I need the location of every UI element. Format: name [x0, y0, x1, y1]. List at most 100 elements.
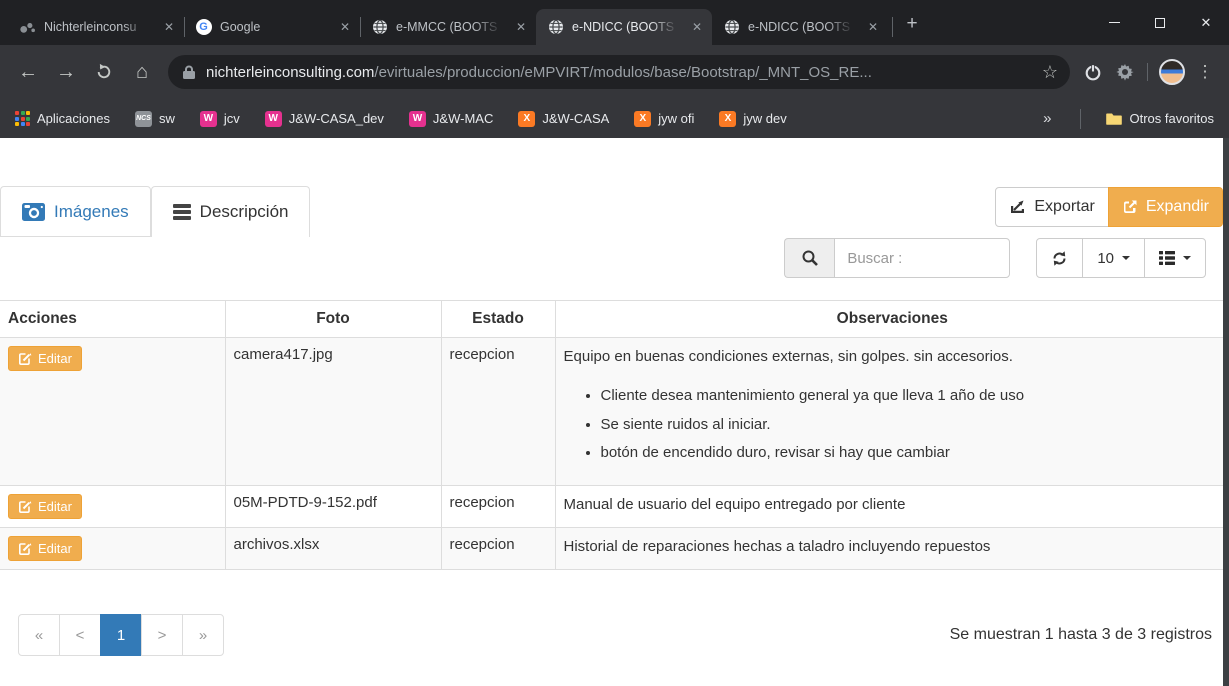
cell-foto: 05M-PDTD-9-152.pdf: [225, 486, 441, 528]
edit-button[interactable]: Editar: [8, 494, 82, 519]
table-actions: Exportar Expandir: [995, 187, 1223, 227]
maximize-icon: [1155, 18, 1165, 28]
header-estado: Estado: [441, 301, 555, 338]
browser-menu-icon[interactable]: ⋮: [1191, 62, 1219, 82]
page-content: Imágenes Descripción Exportar Expandir: [0, 138, 1229, 686]
bookmark-jw-casa[interactable]: X J&W-CASA: [518, 111, 609, 127]
cell-acciones: Editar: [0, 528, 225, 570]
expand-button[interactable]: Expandir: [1108, 187, 1223, 227]
bookmark-label: jcv: [224, 111, 240, 126]
bookmark-sw[interactable]: NCS sw: [135, 111, 175, 127]
globe-favicon-icon: [547, 19, 564, 36]
tab-close-icon[interactable]: ✕: [160, 18, 178, 36]
bookmark-jyw-ofi[interactable]: X jyw ofi: [634, 111, 694, 127]
reload-button[interactable]: [86, 54, 122, 90]
bookmark-star-icon[interactable]: ☆: [1034, 62, 1066, 83]
export-icon: [1009, 199, 1026, 215]
columns-dropdown[interactable]: [1144, 238, 1206, 278]
new-tab-button[interactable]: +: [897, 9, 927, 39]
table-buttons-group: 10: [1036, 238, 1206, 278]
bookmark-jyw-dev[interactable]: X jyw dev: [719, 111, 786, 127]
records-summary: Se muestran 1 hasta 3 de 3 registros: [950, 626, 1212, 644]
ncs-icon: NCS: [135, 111, 152, 127]
cell-estado: recepcion: [441, 486, 555, 528]
xampp-icon: X: [634, 111, 651, 127]
browser-tab-google[interactable]: G Google ✕: [184, 9, 360, 45]
bookmarks-overflow-chevron[interactable]: »: [1039, 110, 1055, 127]
tab-close-icon[interactable]: ✕: [512, 18, 530, 36]
xampp-icon: X: [518, 111, 535, 127]
page-next-button[interactable]: >: [141, 614, 183, 656]
edit-button[interactable]: Editar: [8, 536, 82, 561]
extension-power-icon[interactable]: [1078, 57, 1108, 87]
bookmark-jcv[interactable]: W jcv: [200, 111, 240, 127]
table-header-row: Acciones Foto Estado Observaciones: [0, 301, 1229, 338]
header-acciones: Acciones: [0, 301, 225, 338]
pencil-square-icon: [18, 542, 32, 556]
scrollbar[interactable]: [1223, 138, 1229, 686]
wamp-icon: W: [265, 111, 282, 127]
tab-title: e-NDICC (BOOTS: [748, 20, 856, 34]
wamp-icon: W: [200, 111, 217, 127]
search-input[interactable]: [834, 238, 1010, 278]
page-prev-button[interactable]: <: [59, 614, 101, 656]
table-footer-row: « < 1 > » Se muestran 1 hasta 3 de 3 reg…: [0, 614, 1229, 656]
home-button[interactable]: ⌂: [124, 54, 160, 90]
google-favicon-icon: G: [195, 19, 212, 36]
maximize-button[interactable]: [1137, 0, 1183, 45]
tab-descripcion[interactable]: Descripción: [151, 186, 311, 237]
page-first-button[interactable]: «: [18, 614, 60, 656]
page-1-button[interactable]: 1: [100, 614, 142, 656]
bookmark-aplicaciones[interactable]: Aplicaciones: [15, 111, 110, 126]
browser-tab-emmcc[interactable]: e-MMCC (BOOTS ✕: [360, 9, 536, 45]
minimize-button[interactable]: [1091, 0, 1137, 45]
tab-descripcion-label: Descripción: [200, 202, 289, 222]
table-row: Editar 05M-PDTD-9-152.pdf recepcion Manu…: [0, 486, 1229, 528]
minimize-icon: [1109, 22, 1120, 23]
tab-title: Google: [220, 20, 328, 34]
observaciones-text: Equipo en buenas condiciones externas, s…: [564, 346, 1222, 368]
bookmark-label: J&W-CASA: [542, 111, 609, 126]
observaciones-text: Manual de usuario del equipo entregado p…: [564, 494, 1222, 516]
forward-button[interactable]: →: [48, 54, 84, 90]
refresh-button[interactable]: [1036, 238, 1083, 278]
page-size-value: 10: [1097, 250, 1114, 267]
expand-icon: [1122, 199, 1138, 215]
url-path: /evirtuales/produccion/eMPVIRT/modulos/b…: [374, 64, 871, 81]
close-window-button[interactable]: ✕: [1183, 0, 1229, 45]
bookmark-jw-mac[interactable]: W J&W-MAC: [409, 111, 493, 127]
chevron-down-icon: [1183, 256, 1191, 260]
bookmarks-divider: [1080, 109, 1081, 129]
cell-estado: recepcion: [441, 338, 555, 486]
edit-label: Editar: [38, 351, 72, 366]
table-row: Editar camera417.jpg recepcion Equipo en…: [0, 338, 1229, 486]
extension-gear-icon[interactable]: [1110, 57, 1140, 87]
pencil-square-icon: [18, 352, 32, 366]
tab-title: Nichterleinconsu: [44, 20, 152, 34]
apps-grid-icon: [15, 111, 30, 126]
observaciones-text: Historial de reparaciones hechas a talad…: [564, 536, 1222, 558]
browser-tab-endicc2[interactable]: e-NDICC (BOOTS ✕: [712, 9, 888, 45]
page-last-button[interactable]: »: [182, 614, 224, 656]
xampp-icon: X: [719, 111, 736, 127]
bookmark-label: jyw dev: [743, 111, 786, 126]
profile-avatar[interactable]: [1159, 59, 1185, 85]
export-button[interactable]: Exportar: [995, 187, 1108, 227]
tab-imagenes-label: Imágenes: [54, 202, 129, 222]
browser-tab-nichterlein[interactable]: Nichterleinconsu ✕: [8, 9, 184, 45]
tab-title: e-MMCC (BOOTS: [396, 20, 504, 34]
bookmark-otros-favoritos[interactable]: Otros favoritos: [1106, 111, 1214, 126]
page-size-dropdown[interactable]: 10: [1082, 238, 1145, 278]
bookmark-jw-casa-dev[interactable]: W J&W-CASA_dev: [265, 111, 384, 127]
tab-close-icon[interactable]: ✕: [688, 18, 706, 36]
back-button[interactable]: ←: [10, 54, 46, 90]
browser-toolbar: ← → ⌂ nichterleinconsulting.com/evirtual…: [0, 45, 1229, 99]
cell-observaciones: Equipo en buenas condiciones externas, s…: [555, 338, 1229, 486]
tab-close-icon[interactable]: ✕: [864, 18, 882, 36]
address-bar[interactable]: nichterleinconsulting.com/evirtuales/pro…: [168, 55, 1070, 89]
tab-close-icon[interactable]: ✕: [336, 18, 354, 36]
bookmarks-bar: Aplicaciones NCS sw W jcv W J&W-CASA_dev…: [0, 99, 1229, 138]
browser-tab-endicc-active[interactable]: e-NDICC (BOOTS ✕: [536, 9, 712, 45]
edit-button[interactable]: Editar: [8, 346, 82, 371]
tab-imagenes[interactable]: Imágenes: [0, 186, 151, 237]
